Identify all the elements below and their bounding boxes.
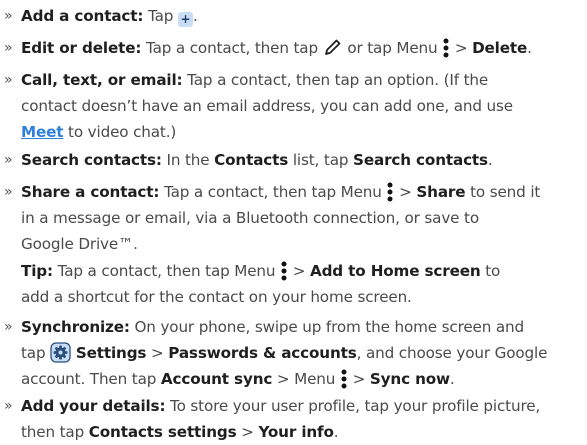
label-tip: Tip: [21,262,53,280]
bullet-marker: » [4,152,13,168]
label-your-details: Add your details: [21,397,166,415]
label-call-text-email: Call, text, or email: [21,71,183,89]
bullet-share-contact: » Share a contact: Tap a contact, then t… [0,179,587,257]
label-synchronize: Synchronize: [21,318,130,336]
meet-link[interactable]: Meet [21,123,64,141]
bullet-call-text-email: » Call, text, or email: Tap a contact, t… [0,67,587,145]
label-add-contact: Add a contact: [21,7,144,25]
bullet-add-contact: » Add a contact: Tap +. [0,3,587,29]
pencil-icon [324,39,341,55]
bullet-marker: » [4,72,13,88]
bullet-marker: » [4,319,13,335]
label-edit-delete: Edit or delete: [21,39,142,57]
tip-paragraph: Tip: Tap a contact, then tap Menu > Add … [21,261,501,306]
bullet-marker: » [4,40,13,56]
settings-gear-icon [50,342,71,363]
label-search-contacts: Search contacts: [21,151,162,169]
more-vertical-icon [443,38,449,58]
bullet-your-details: » Add your details: To store your user p… [0,393,587,445]
bullet-search-contacts: » Search contacts: In the Contacts list,… [0,147,587,173]
more-vertical-icon [281,261,287,281]
label-share-contact: Share a contact: [21,183,160,201]
bullet-marker: » [4,8,13,24]
contacts-help-page: » Add a contact: Tap +. » Edit or delete… [0,0,587,441]
bullet-edit-delete: » Edit or delete: Tap a contact, then ta… [0,35,587,61]
bullet-synchronize: » Synchronize: On your phone, swipe up f… [0,314,587,392]
more-vertical-icon [341,369,347,389]
bullet-marker: » [4,184,13,200]
bullet-marker: » [4,398,13,414]
plus-icon: + [177,12,193,27]
